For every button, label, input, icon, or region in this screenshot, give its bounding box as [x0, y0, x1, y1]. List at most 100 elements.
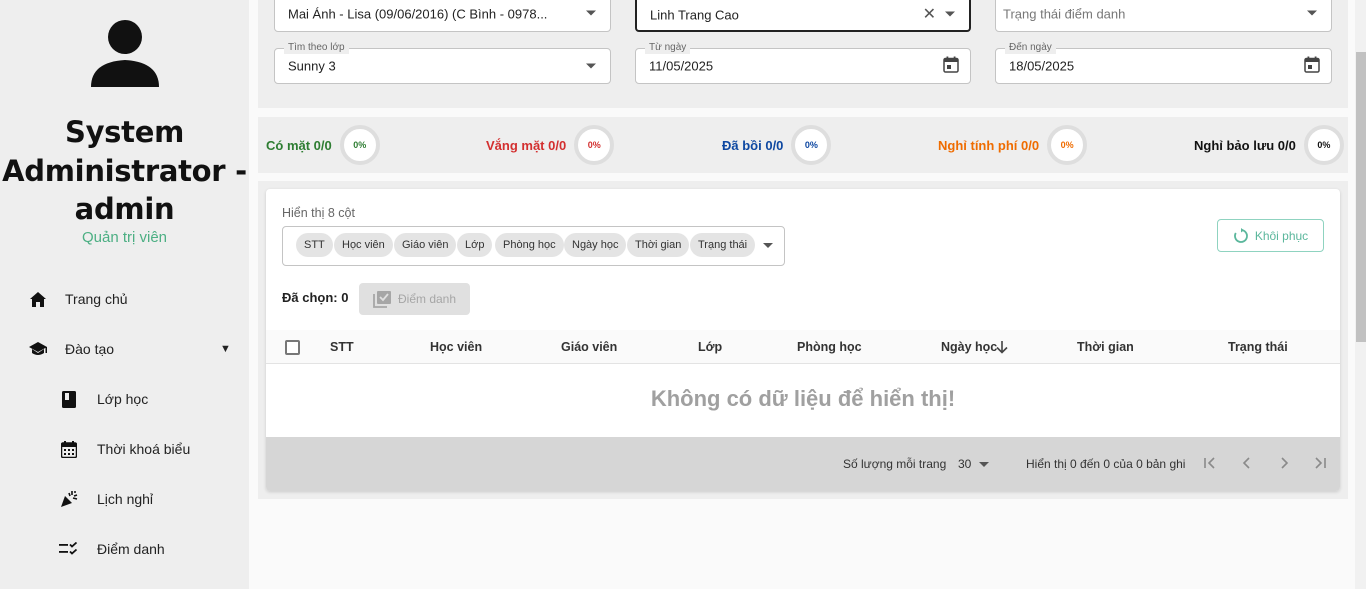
stat-makeup: Đã bồi 0/0 0% [722, 117, 832, 173]
sidebar: System Administrator - admin Quản trị vi… [0, 0, 249, 589]
column-chip[interactable]: Giáo viên [394, 233, 457, 257]
calendar-icon[interactable] [1304, 56, 1320, 76]
table-pagination: Số lượng mỗi trang 30 Hiển thị 0 đến 0 c… [266, 437, 1340, 491]
sidebar-item-home[interactable]: Trang chủ [0, 277, 249, 321]
column-chip[interactable]: Lớp [457, 233, 493, 257]
empty-table-message: Không có dữ liệu để hiển thị! [650, 386, 956, 411]
to-date-field[interactable]: Đến ngày 18/05/2025 [995, 42, 1332, 84]
pagination-range: Hiển thị 0 đến 0 của 0 bản ghi [1026, 457, 1186, 471]
checklist-icon [58, 538, 80, 560]
selected-count: Đã chọn: 0 [282, 290, 349, 305]
column-header-class[interactable]: Lớp [698, 330, 722, 364]
sidebar-item-label: Trang chủ [65, 291, 128, 307]
class-select-label: Tìm theo lớp [284, 42, 349, 54]
rows-per-page-select[interactable]: 30 [958, 437, 990, 491]
class-select[interactable]: Tìm theo lớp Sunny 3 [274, 42, 611, 84]
sidebar-item-label: Thời khoá biểu [97, 441, 191, 457]
student-select[interactable]: Mai Ánh - Lisa (09/06/2016) (C Bình - 09… [274, 0, 611, 32]
column-chip[interactable]: Phòng học [495, 233, 564, 257]
sidebar-item-classes[interactable]: Lớp học [0, 377, 249, 421]
sidebar-item-timetable[interactable]: Thời khoá biểu [0, 427, 249, 471]
stat-present: Có mặt 0/0 0% [266, 117, 380, 173]
to-date-value: 18/05/2025 [1009, 58, 1075, 74]
select-all-checkbox[interactable] [285, 340, 300, 355]
sidebar-item-attendance[interactable]: Điểm danh [0, 527, 249, 571]
previous-page-icon[interactable] [1239, 456, 1255, 472]
sort-arrow-down-icon[interactable] [995, 340, 1009, 359]
sidebar-item-label: Lớp học [97, 391, 149, 407]
stat-percent-ring: 0% [339, 125, 380, 165]
calendar-icon [58, 438, 80, 460]
stat-label: Đã bồi 0/0 [722, 137, 784, 153]
column-chip[interactable]: Trạng thái [690, 233, 756, 257]
sidebar-item-label: Điểm danh [97, 541, 165, 557]
column-chip[interactable]: Ngày học [564, 233, 627, 257]
attendance-status-placeholder: Trạng thái điểm danh [1003, 6, 1126, 22]
column-header-time[interactable]: Thời gian [1077, 330, 1134, 364]
to-date-label: Đến ngày [1005, 42, 1056, 54]
column-header-student[interactable]: Học viên [430, 330, 482, 364]
user-name: System Administrator - admin [2, 115, 247, 226]
chevron-down-icon[interactable] [763, 243, 773, 248]
visible-columns-label: Hiển thị 8 cột [282, 206, 355, 220]
user-avatar-icon [91, 20, 159, 87]
chevron-down-icon[interactable] [945, 11, 955, 17]
mark-attendance-label: Điểm danh [397, 292, 457, 306]
from-date-value: 11/05/2025 [649, 58, 714, 74]
stat-reserved-leave: Nghỉ bảo lưu 0/0 0% [1194, 117, 1344, 173]
party-popper-icon [58, 488, 80, 510]
restore-columns-button[interactable]: Khôi phục [1217, 219, 1324, 252]
restore-label: Khôi phục [1254, 228, 1309, 243]
first-page-icon[interactable] [1202, 456, 1218, 472]
student-select-value: Mai Ánh - Lisa (09/06/2016) (C Bình - 09… [288, 6, 548, 22]
stat-label: Nghỉ bảo lưu 0/0 [1194, 137, 1296, 153]
column-header-teacher[interactable]: Giáo viên [561, 330, 617, 364]
teacher-select[interactable]: Linh Trang Cao ✕ [635, 0, 971, 32]
from-date-field[interactable]: Từ ngày 11/05/2025 [635, 42, 971, 84]
column-header-status[interactable]: Trạng thái [1228, 330, 1288, 364]
stat-paid-leave: Nghỉ tính phí 0/0 0% [938, 117, 1088, 173]
home-icon [27, 288, 49, 310]
chevron-down-icon[interactable] [586, 63, 596, 69]
attendance-status-select[interactable]: Trạng thái điểm danh [995, 0, 1332, 32]
column-header-room[interactable]: Phòng học [797, 330, 862, 364]
teacher-select-value: Linh Trang Cao [650, 7, 739, 23]
stat-percent-ring: 0% [574, 125, 615, 165]
from-date-label: Từ ngày [645, 42, 691, 54]
stat-percent-ring: 0% [791, 125, 832, 165]
refresh-icon [1233, 227, 1248, 243]
column-chip[interactable]: STT [296, 233, 333, 257]
stat-percent-ring: 0% [1047, 125, 1088, 165]
sidebar-item-label: Đào tạo [65, 341, 115, 357]
attendance-stats-bar: Có mặt 0/0 0% Vắng mặt 0/0 0% Đã bồi 0/0… [258, 117, 1348, 173]
column-chip[interactable]: Thời gian [627, 233, 690, 257]
last-page-icon[interactable] [1312, 456, 1328, 472]
stat-absent: Vắng mặt 0/0 0% [486, 117, 615, 173]
chevron-down-icon[interactable]: ▼ [220, 343, 231, 355]
page-scrollbar-thumb[interactable] [1356, 52, 1366, 342]
stat-label: Vắng mặt 0/0 [486, 137, 567, 153]
next-page-icon[interactable] [1276, 456, 1292, 472]
mark-attendance-button[interactable]: Điểm danh [359, 283, 470, 315]
rows-per-page-value: 30 [958, 457, 972, 471]
column-header-date[interactable]: Ngày học [941, 330, 997, 364]
stat-label: Có mặt 0/0 [266, 137, 332, 153]
column-chip[interactable]: Học viên [334, 233, 393, 257]
sidebar-item-holidays[interactable]: Lịch nghỉ [0, 477, 249, 521]
sidebar-item-training[interactable]: Đào tạo ▼ [0, 327, 249, 371]
checkbox-stack-icon [373, 290, 391, 308]
chevron-down-icon[interactable] [586, 10, 596, 16]
calendar-icon[interactable] [943, 56, 959, 76]
stat-percent-ring: 0% [1303, 125, 1344, 165]
sidebar-item-label: Lịch nghỉ [97, 491, 154, 507]
chevron-down-icon[interactable] [1307, 10, 1317, 16]
clear-icon[interactable]: ✕ [923, 4, 936, 24]
class-select-value: Sunny 3 [288, 58, 336, 74]
rows-per-page-label: Số lượng mỗi trang [843, 457, 947, 471]
stat-label: Nghỉ tính phí 0/0 [938, 137, 1040, 153]
graduation-cap-icon [27, 338, 49, 360]
book-icon [58, 388, 80, 410]
user-role: Quản trị viên [81, 229, 168, 246]
chevron-down-icon [979, 462, 990, 468]
column-header-stt[interactable]: STT [330, 330, 354, 364]
